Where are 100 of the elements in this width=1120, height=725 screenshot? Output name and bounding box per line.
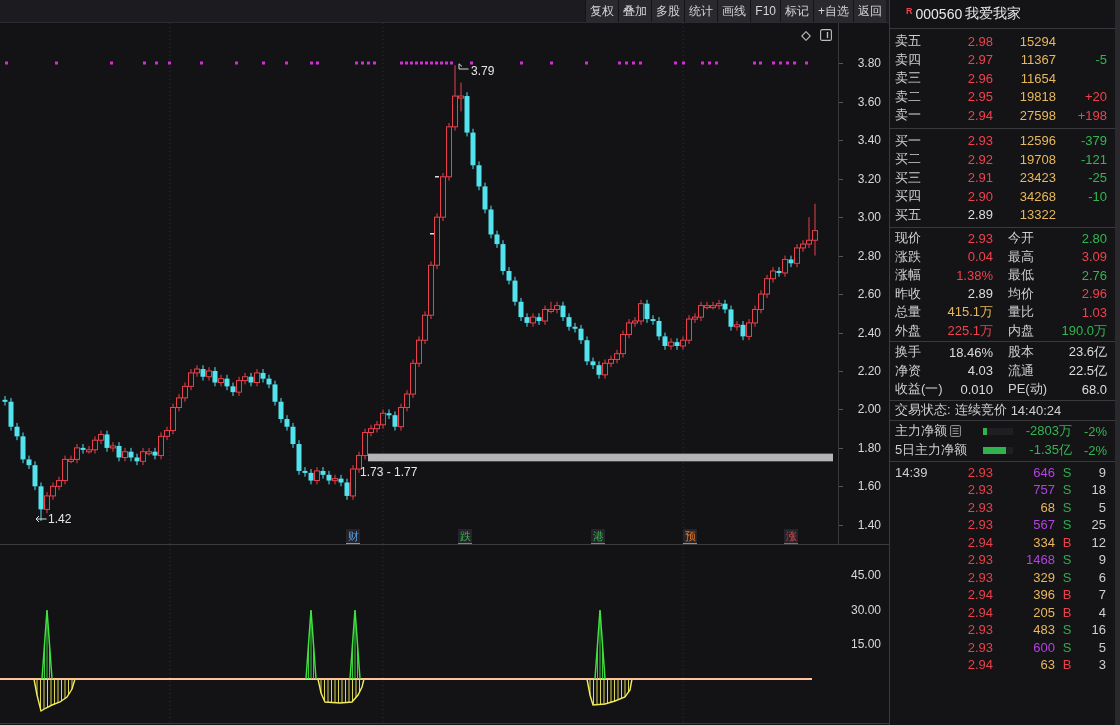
- trade-price: 2.94: [967, 604, 993, 620]
- trade-time: 14:39: [895, 464, 928, 480]
- price-axis-label: 2.80: [857, 248, 881, 263]
- trade-volume: 329: [1033, 569, 1055, 585]
- panel-icon[interactable]: [820, 29, 832, 41]
- order-change: -121: [1080, 151, 1107, 167]
- trade-side: B: [1062, 587, 1072, 603]
- trade-price: 2.93: [967, 569, 993, 585]
- high-price-label: 3.79: [471, 64, 495, 78]
- diamond-icon[interactable]: [801, 31, 811, 41]
- toolbar-button[interactable]: 标记: [780, 0, 813, 22]
- order-price: 2.93: [967, 133, 993, 149]
- quote-label: 收益(一): [895, 380, 943, 399]
- order-price: 2.92: [967, 151, 993, 167]
- event-tag[interactable]: 跌: [458, 529, 472, 544]
- event-tag[interactable]: 财: [346, 529, 360, 544]
- order-change: +20: [1084, 89, 1107, 105]
- trade-side: S: [1062, 552, 1072, 568]
- trade-volume: 567: [1033, 517, 1055, 533]
- trade-side: S: [1062, 517, 1072, 533]
- low-price-label: 1.42: [48, 512, 72, 526]
- price-axis-label: 1.40: [857, 517, 881, 532]
- trade-price: 2.94: [967, 534, 993, 550]
- price-axis-label: 1.80: [857, 440, 881, 455]
- trade-side: B: [1062, 534, 1072, 550]
- trade-status-value: 连续竞价: [954, 401, 1007, 419]
- order-level-label: 卖五: [895, 32, 921, 51]
- trade-price: 2.94: [967, 587, 993, 603]
- price-axis-label: 2.60: [857, 287, 881, 302]
- trade-price: 2.93: [967, 552, 993, 568]
- quote-value: 2.93: [967, 230, 993, 246]
- trade-count: 3: [1098, 657, 1106, 673]
- quote-label: 内盘: [1008, 321, 1034, 340]
- order-price: 2.91: [967, 170, 993, 186]
- trough-signal: [586, 678, 633, 706]
- spike-signal: [349, 609, 361, 680]
- quote-label: 最高: [1008, 247, 1034, 266]
- order-volume: 12596: [1019, 133, 1056, 149]
- event-tag[interactable]: 港: [591, 529, 605, 544]
- order-price: 2.98: [967, 33, 993, 49]
- fund-flow-percent: -2%: [1083, 442, 1107, 458]
- fund-flow-percent: -2%: [1083, 423, 1107, 439]
- order-volume: 11367: [1020, 52, 1056, 68]
- toolbar-button[interactable]: F10: [750, 0, 780, 22]
- price-axis-label: 2.00: [857, 402, 881, 417]
- order-volume: 19708: [1019, 151, 1056, 167]
- trade-count: 9: [1098, 464, 1106, 480]
- trade-count: 18: [1091, 482, 1106, 498]
- indicator-axis-label: 45.00: [850, 568, 881, 583]
- quote-label: PE(动): [1008, 380, 1047, 399]
- trade-side: S: [1062, 464, 1072, 480]
- quote-label: 股本: [1008, 343, 1034, 362]
- toolbar-button[interactable]: +自选: [813, 0, 853, 22]
- toolbar-button[interactable]: 统计: [684, 0, 718, 22]
- quote-value: 0.04: [967, 249, 993, 265]
- trade-side: S: [1062, 482, 1072, 498]
- quote-label: 量比: [1008, 303, 1034, 322]
- fund-flow-value: -2803万: [1025, 422, 1072, 440]
- toolbar-button[interactable]: 复权: [585, 0, 619, 22]
- trade-volume: 600: [1033, 639, 1055, 655]
- order-volume: 27598: [1019, 107, 1056, 123]
- toolbar-button[interactable]: 多股: [651, 0, 685, 22]
- trade-price: 2.93: [967, 639, 993, 655]
- event-tag[interactable]: 预: [683, 529, 697, 544]
- dash-mark: [430, 233, 434, 235]
- trade-side: S: [1062, 569, 1072, 585]
- quote-label: 昨收: [895, 284, 921, 303]
- quote-value: 4.03: [967, 363, 993, 379]
- toolbar-button[interactable]: 返回: [853, 0, 886, 22]
- list-icon[interactable]: [950, 425, 961, 437]
- trade-price: 2.93: [967, 517, 993, 533]
- order-level-label: 卖一: [895, 106, 921, 125]
- trade-price: 2.93: [967, 464, 993, 480]
- quote-value: 415.1万: [947, 303, 993, 322]
- stock-code: 000560: [915, 6, 963, 22]
- trough-signal: [33, 678, 76, 713]
- price-axis-label: 3.40: [857, 133, 881, 148]
- order-change: +198: [1077, 107, 1107, 123]
- quote-value: 23.6亿: [1068, 343, 1107, 362]
- trade-volume: 68: [1040, 499, 1055, 515]
- event-tag[interactable]: 涨: [784, 529, 798, 544]
- order-price: 2.94: [967, 107, 993, 123]
- toolbar-button[interactable]: 叠加: [618, 0, 652, 22]
- order-change: -379: [1080, 133, 1107, 149]
- order-price: 2.89: [967, 207, 993, 223]
- quote-label: 涨跌: [895, 247, 921, 266]
- spike-signal: [305, 609, 317, 680]
- stock-name: 我爱我家: [965, 5, 1022, 23]
- order-volume: 19818: [1019, 89, 1056, 105]
- trade-count: 16: [1091, 622, 1106, 638]
- trough-signal: [317, 678, 365, 704]
- trade-count: 4: [1098, 604, 1106, 620]
- fund-flow-label: 主力净额: [895, 422, 947, 440]
- order-volume: 11654: [1020, 70, 1056, 86]
- toolbar-button[interactable]: 画线: [717, 0, 751, 22]
- quote-value: 22.5亿: [1068, 361, 1107, 380]
- price-axis-label: 1.60: [857, 479, 881, 494]
- quote-value: 190.0万: [1061, 321, 1107, 340]
- trade-count: 9: [1098, 552, 1106, 568]
- trade-volume: 396: [1033, 587, 1055, 603]
